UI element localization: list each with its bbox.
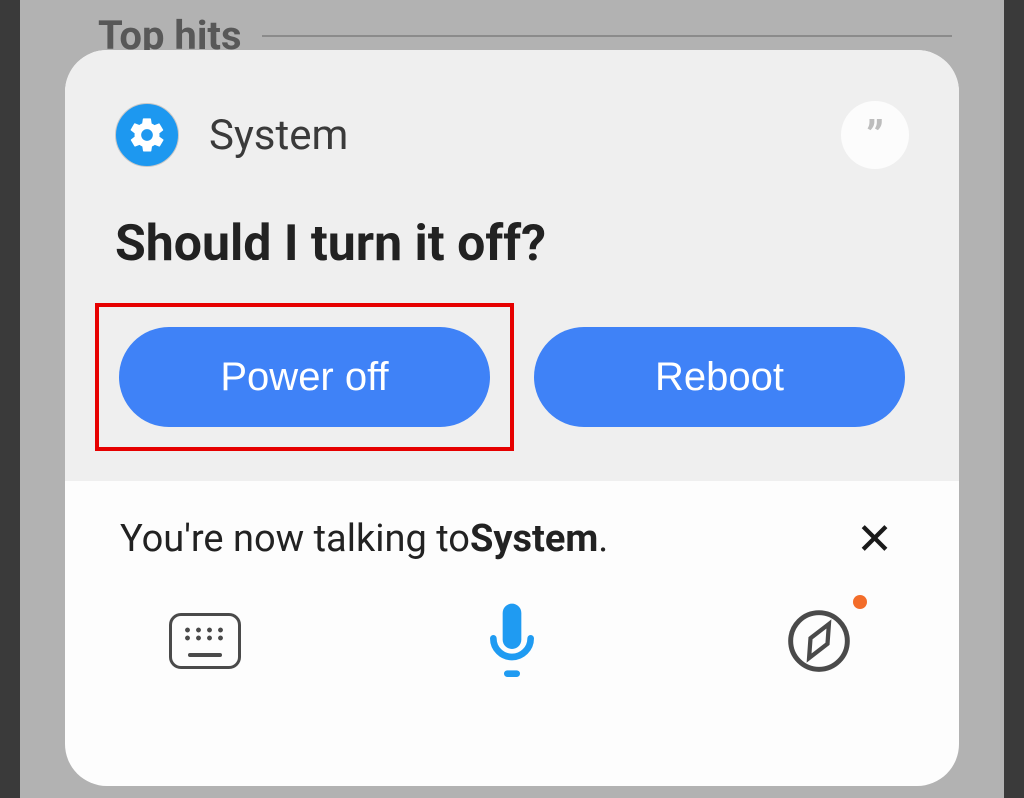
reboot-button[interactable]: Reboot (534, 327, 905, 427)
card-title: System (209, 111, 348, 160)
status-text-prefix: You're now talking to (120, 517, 470, 561)
background-screen: Top hits System ” Should I turn it off? … (20, 0, 1004, 798)
compass-icon[interactable] (779, 601, 859, 681)
action-button-row: Power off Reboot (65, 303, 959, 481)
power-off-button[interactable]: Power off (119, 327, 490, 427)
highlight-annotation: Power off (95, 303, 514, 451)
assistant-prompt: Should I turn it off? (65, 175, 959, 303)
top-hits-divider (262, 35, 953, 37)
notification-dot-icon (853, 595, 867, 609)
card-header: System ” (65, 95, 959, 175)
microphone-icon[interactable] (472, 601, 552, 681)
keyboard-icon[interactable] (165, 601, 245, 681)
status-text-suffix: . (598, 517, 608, 561)
close-icon[interactable]: ✕ (850, 507, 899, 571)
reboot-button-wrap: Reboot (534, 303, 929, 451)
settings-gear-icon (115, 103, 179, 167)
status-subject: System (470, 517, 598, 561)
quote-icon[interactable]: ” (841, 101, 909, 169)
card-top-section: System ” Should I turn it off? Power off… (65, 50, 959, 481)
assistant-card: System ” Should I turn it off? Power off… (65, 50, 959, 786)
bottom-toolbar (65, 581, 959, 711)
status-row: You're now talking to System . ✕ (65, 481, 959, 581)
